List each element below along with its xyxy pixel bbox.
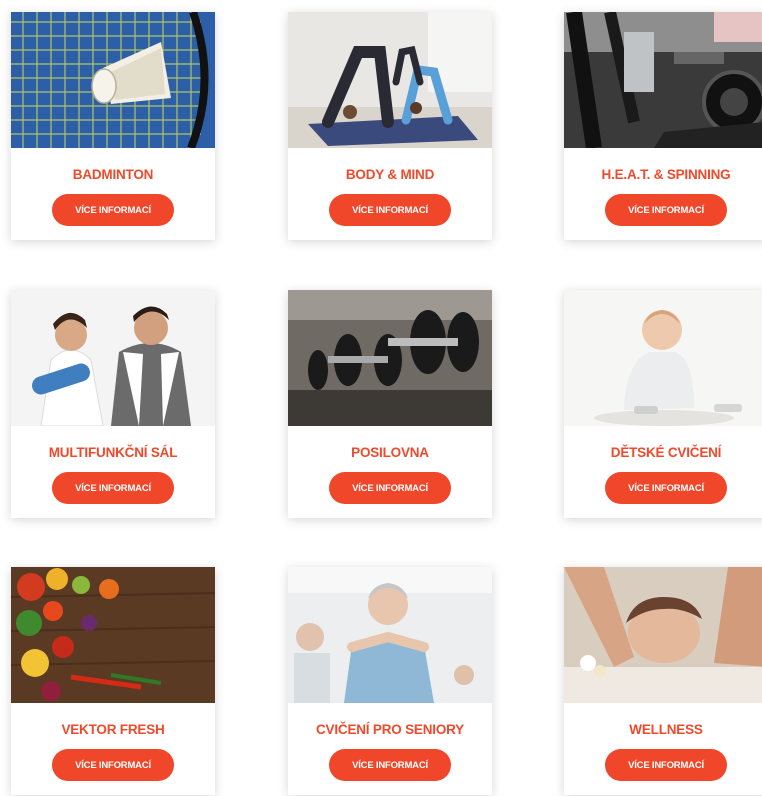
activity-card-vektor-fresh[interactable]: VEKTOR FRESH VÍCE INFORMACÍ xyxy=(11,567,215,795)
more-info-button[interactable]: VÍCE INFORMACÍ xyxy=(52,749,174,781)
seniors-photo xyxy=(288,567,492,703)
baby-photo xyxy=(564,290,762,426)
more-info-button[interactable]: VÍCE INFORMACÍ xyxy=(329,194,451,226)
activities-grid: BADMINTON VÍCE INFORMACÍ BODY & MIND VÍC… xyxy=(0,0,762,796)
more-info-button[interactable]: VÍCE INFORMACÍ xyxy=(605,749,727,781)
card-title: CVIČENÍ PRO SENIORY xyxy=(316,722,464,737)
spinning-photo xyxy=(564,12,762,148)
card-title: BODY & MIND xyxy=(345,167,435,182)
yoga-photo xyxy=(288,12,492,148)
more-info-button[interactable]: VÍCE INFORMACÍ xyxy=(605,194,727,226)
activity-card-posilovna[interactable]: POSILOVNA VÍCE INFORMACÍ xyxy=(288,290,492,518)
card-title: BADMINTON xyxy=(72,167,154,182)
card-title: MULTIFUNKČNÍ SÁL xyxy=(48,445,178,460)
card-title: H.E.A.T. & SPINNING xyxy=(601,167,731,182)
more-info-button[interactable]: VÍCE INFORMACÍ xyxy=(52,472,174,504)
card-title: WELLNESS xyxy=(629,722,703,737)
couple-photo xyxy=(11,290,215,426)
activity-card-heat-spinning[interactable]: H.E.A.T. & SPINNING VÍCE INFORMACÍ xyxy=(564,12,762,240)
more-info-button[interactable]: VÍCE INFORMACÍ xyxy=(605,472,727,504)
activity-card-body-mind[interactable]: BODY & MIND VÍCE INFORMACÍ xyxy=(288,12,492,240)
activity-card-cviceni-pro-seniory[interactable]: CVIČENÍ PRO SENIORY VÍCE INFORMACÍ xyxy=(288,567,492,795)
card-title: POSILOVNA xyxy=(351,445,429,460)
card-title: VEKTOR FRESH xyxy=(61,722,165,737)
activity-card-multifunkcni-sal[interactable]: MULTIFUNKČNÍ SÁL VÍCE INFORMACÍ xyxy=(11,290,215,518)
more-info-button[interactable]: VÍCE INFORMACÍ xyxy=(52,194,174,226)
more-info-button[interactable]: VÍCE INFORMACÍ xyxy=(329,472,451,504)
activity-card-wellness[interactable]: WELLNESS VÍCE INFORMACÍ xyxy=(564,567,762,795)
massage-photo xyxy=(564,567,762,703)
vegetables-photo xyxy=(11,567,215,703)
more-info-button[interactable]: VÍCE INFORMACÍ xyxy=(329,749,451,781)
dumbbells-photo xyxy=(288,290,492,426)
activity-card-detske-cviceni[interactable]: DĚTSKÉ CVIČENÍ VÍCE INFORMACÍ xyxy=(564,290,762,518)
card-title: DĚTSKÉ CVIČENÍ xyxy=(610,445,722,460)
badminton-photo xyxy=(11,12,215,148)
activity-card-badminton[interactable]: BADMINTON VÍCE INFORMACÍ xyxy=(11,12,215,240)
